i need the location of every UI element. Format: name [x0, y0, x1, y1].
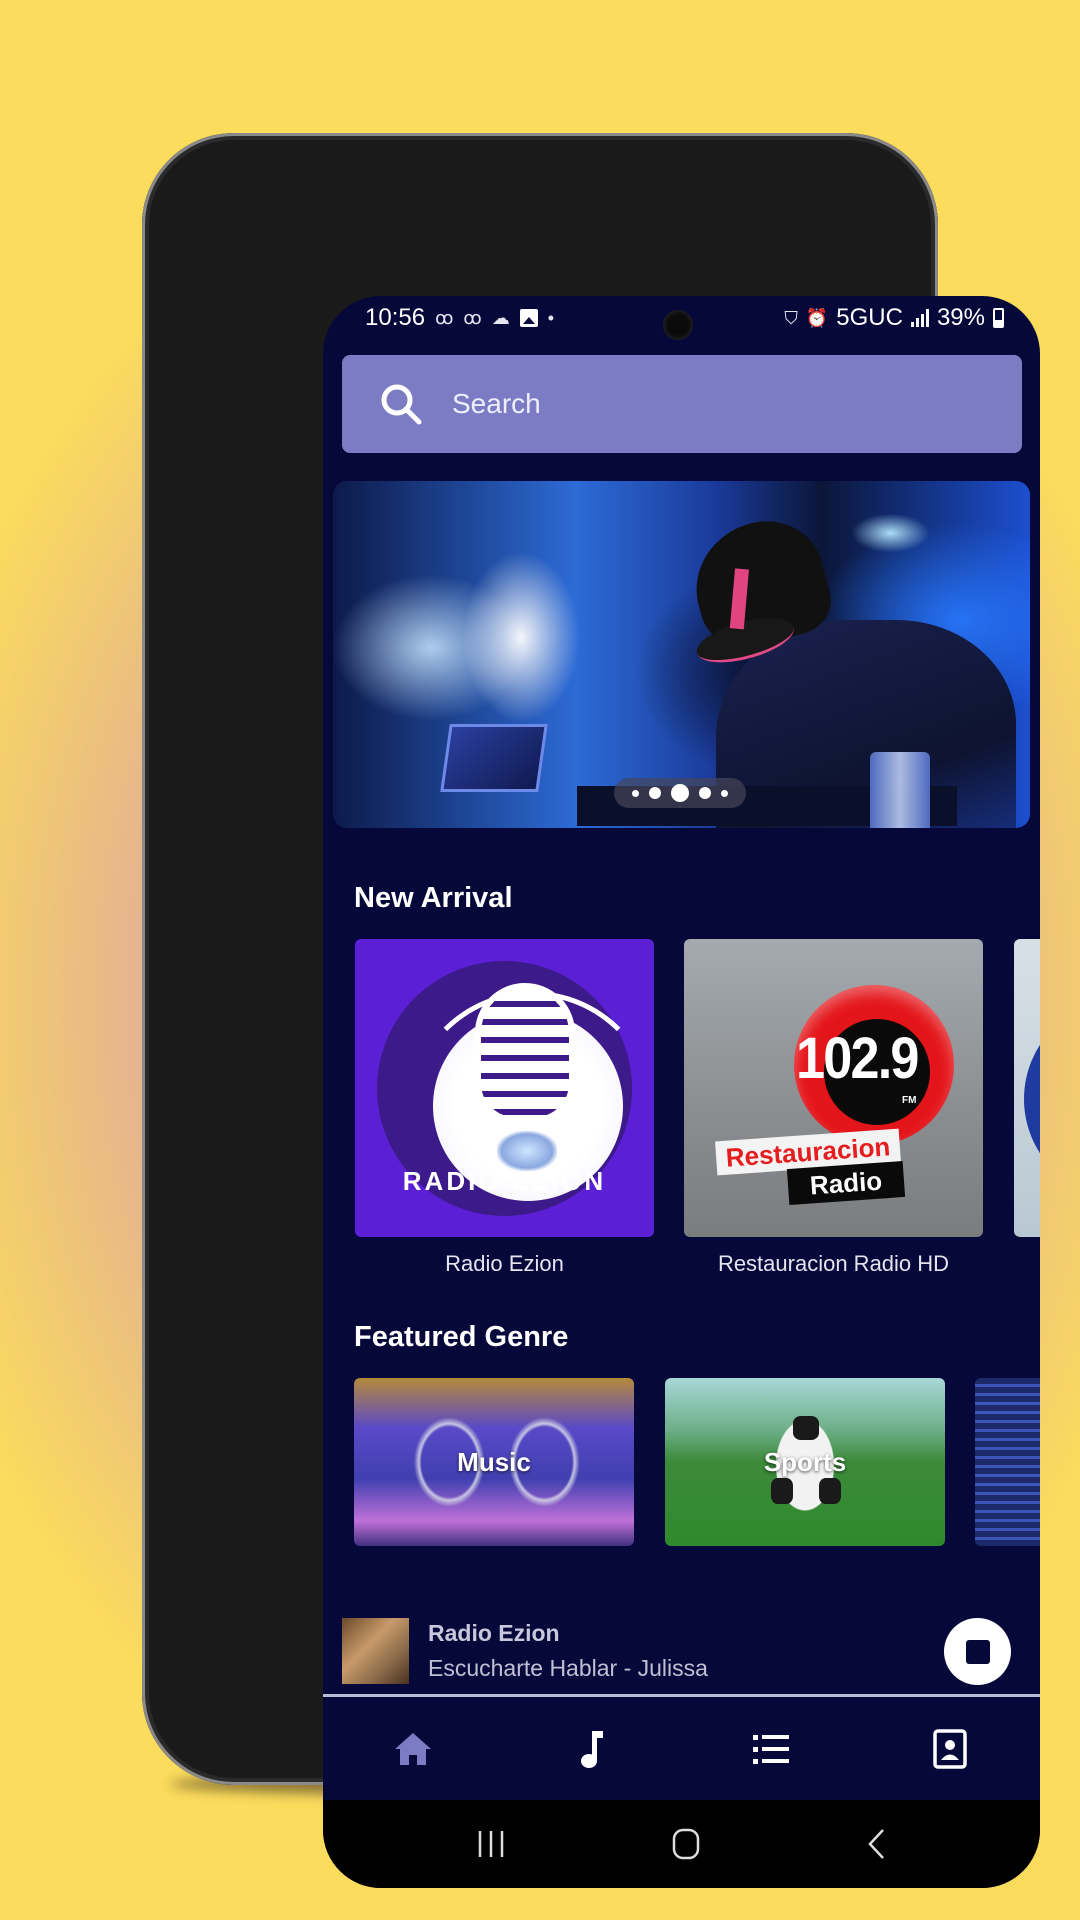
- data-saver-icon: ⛉: [784, 307, 798, 328]
- bottom-navigation: [323, 1697, 1040, 1800]
- ball-patch: [771, 1478, 793, 1504]
- logo-frequency: 102.9: [796, 1026, 919, 1091]
- voicemail-icon: ꝏ: [435, 307, 454, 328]
- cloud-icon: ☁: [491, 307, 510, 328]
- voicemail-icon: ꝏ: [463, 307, 482, 328]
- ball-icon: [793, 1416, 819, 1440]
- battery-level: [995, 319, 1002, 326]
- station-card-partial[interactable]: [1014, 939, 1040, 1237]
- genre-card-sports[interactable]: Sports: [665, 1378, 945, 1546]
- contact-card-icon: [933, 1728, 968, 1769]
- carousel-dot[interactable]: [632, 789, 639, 797]
- logo-line2: Radio: [786, 1160, 906, 1206]
- genre-card-partial[interactable]: [975, 1378, 1040, 1546]
- system-navigation-bar: [323, 1800, 1040, 1888]
- genre-label: Sports: [763, 1446, 847, 1477]
- notification-dot-icon: •: [547, 307, 555, 328]
- carousel-dot[interactable]: [699, 787, 711, 799]
- station-card-radio-ezion[interactable]: RADIO EZION: [355, 939, 654, 1237]
- music-note-icon: [580, 1730, 603, 1768]
- banner-image-jar: [869, 751, 930, 828]
- stop-icon: [965, 1639, 990, 1664]
- phone-frame: 10:56 ꝏ ꝏ ☁ • ⛉ ⏰ 5GUC 39% Search New Ar…: [142, 133, 1040, 1888]
- carousel-indicator: [614, 778, 746, 808]
- search-input[interactable]: [450, 387, 974, 421]
- stop-button[interactable]: [944, 1618, 1011, 1685]
- carousel-dot[interactable]: [721, 789, 728, 797]
- new-arrival-heading: New Arrival: [354, 882, 513, 914]
- genre-label: Music: [457, 1446, 531, 1477]
- tab-profile[interactable]: [861, 1697, 1040, 1800]
- logo-band: FM: [902, 1095, 917, 1106]
- network-type: 5GUC: [836, 304, 903, 331]
- home-icon: [394, 1732, 431, 1765]
- search-bar[interactable]: [342, 355, 1022, 453]
- ball-patch: [819, 1478, 841, 1504]
- featured-genre-heading: Featured Genre: [354, 1321, 569, 1353]
- now-playing-artwork: [342, 1618, 409, 1684]
- radio-ezion-logo: RADIO EZION: [377, 961, 654, 1216]
- carousel-dot[interactable]: [649, 787, 661, 799]
- status-time: 10:56: [365, 304, 426, 331]
- banner-image-laptop: [439, 723, 548, 792]
- gallery-icon: [519, 309, 538, 327]
- now-playing-bar[interactable]: Radio Ezion Escucharte Hablar - Julissa: [323, 1608, 1040, 1693]
- microphone-icon: [475, 983, 575, 1123]
- tab-music[interactable]: [502, 1697, 681, 1800]
- alarm-icon: ⏰: [805, 307, 829, 328]
- battery-icon: [993, 308, 1004, 328]
- app-screen: 10:56 ꝏ ꝏ ☁ • ⛉ ⏰ 5GUC 39% Search New Ar…: [323, 296, 1040, 1888]
- list-icon: [753, 1734, 790, 1764]
- now-playing-station: Radio Ezion: [428, 1620, 560, 1646]
- home-button-icon[interactable]: [670, 1828, 702, 1860]
- genre-card-music[interactable]: Music: [354, 1378, 634, 1546]
- status-bar: 10:56 ꝏ ꝏ ☁ • ⛉ ⏰ 5GUC 39%: [323, 296, 1040, 342]
- signal-icon: [910, 309, 929, 327]
- back-icon[interactable]: [865, 1827, 889, 1861]
- station-label: Radio Ezion: [445, 1251, 564, 1276]
- station-label: Restauracion Radio HD: [717, 1251, 950, 1276]
- station-logo: [1024, 999, 1040, 1199]
- dove-icon: [497, 1131, 557, 1171]
- carousel-dot-active[interactable]: [671, 784, 689, 802]
- logo-text: RADIO EZION: [402, 1166, 607, 1196]
- front-camera: [663, 310, 693, 340]
- now-playing-track: Escucharte Hablar - Julissa: [428, 1655, 708, 1681]
- battery-percent: 39%: [936, 304, 985, 331]
- banner-carousel[interactable]: [333, 481, 1030, 828]
- search-icon: [381, 384, 422, 425]
- recent-apps-icon[interactable]: [474, 1828, 508, 1860]
- tab-list[interactable]: [682, 1697, 861, 1800]
- station-card-restauracion-radio[interactable]: 102.9 FM Restauracion Radio: [684, 939, 983, 1237]
- tab-home[interactable]: [323, 1697, 502, 1800]
